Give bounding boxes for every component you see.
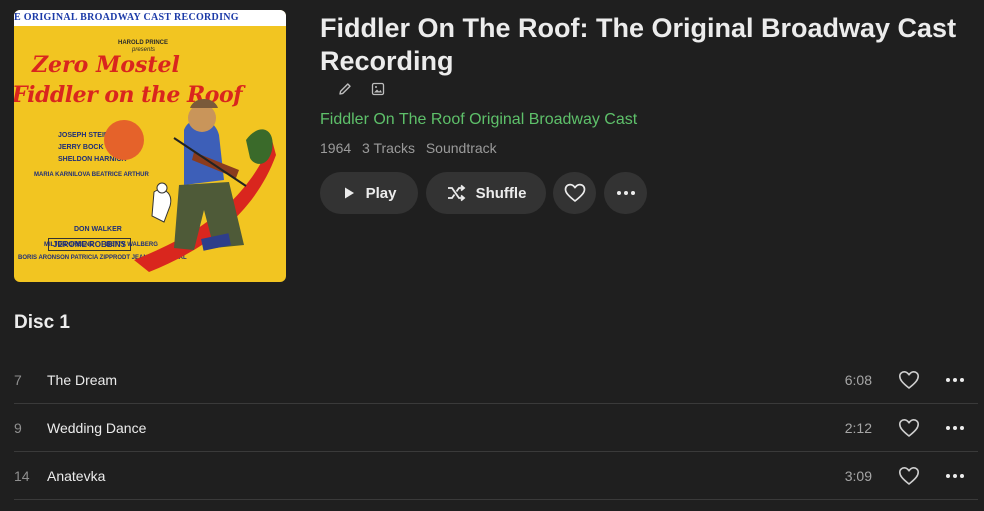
- more-icon[interactable]: [944, 369, 966, 391]
- album-title: Fiddler On The Roof: The Original Broadw…: [320, 13, 957, 76]
- album-cover[interactable]: E ORIGINAL BROADWAY CAST RECORDING HAROL…: [14, 10, 286, 282]
- album-year: 1964: [320, 140, 352, 156]
- play-label: Play: [365, 184, 397, 202]
- cover-illustration: [104, 99, 276, 272]
- track-title: Anatevka: [47, 468, 106, 484]
- track-number: 7: [14, 372, 22, 388]
- track-number: 14: [14, 468, 30, 484]
- track-list: 7 The Dream 6:08 9 Wedding Dance 2:12 14…: [14, 356, 978, 500]
- heart-icon[interactable]: [898, 369, 920, 391]
- track-row[interactable]: 9 Wedding Dance 2:12: [14, 404, 978, 452]
- track-duration: 2:12: [844, 420, 872, 436]
- more-icon[interactable]: [944, 417, 966, 439]
- play-icon: [344, 187, 354, 199]
- pencil-icon[interactable]: [336, 80, 354, 98]
- shuffle-label: Shuffle: [475, 184, 527, 202]
- album-genre: Soundtrack: [425, 140, 497, 156]
- track-duration: 6:08: [844, 372, 872, 388]
- track-title: Wedding Dance: [47, 420, 147, 436]
- shuffle-button[interactable]: Shuffle: [426, 172, 546, 214]
- track-title: The Dream: [47, 372, 118, 388]
- more-icon[interactable]: [944, 465, 966, 487]
- heart-icon[interactable]: [898, 465, 920, 487]
- album-track-count: 3 Tracks: [362, 140, 415, 156]
- heart-icon[interactable]: [898, 417, 920, 439]
- track-row[interactable]: 7 The Dream 6:08: [14, 356, 978, 404]
- album-meta: 1964 3 Tracks Soundtrack: [320, 140, 504, 156]
- artist-link[interactable]: Fiddler On The Roof Original Broadway Ca…: [320, 111, 637, 129]
- more-options-button[interactable]: [604, 172, 647, 214]
- track-row[interactable]: 14 Anatevka 3:09: [14, 452, 978, 500]
- track-duration: 3:09: [844, 468, 872, 484]
- shuffle-icon: [447, 184, 465, 202]
- more-icon: [616, 191, 635, 195]
- favorite-album-button[interactable]: [553, 172, 596, 214]
- image-icon[interactable]: [369, 80, 387, 98]
- disc-heading: Disc 1: [14, 312, 70, 333]
- play-button[interactable]: Play: [320, 172, 418, 214]
- heart-icon: [564, 183, 585, 202]
- track-number: 9: [14, 420, 22, 436]
